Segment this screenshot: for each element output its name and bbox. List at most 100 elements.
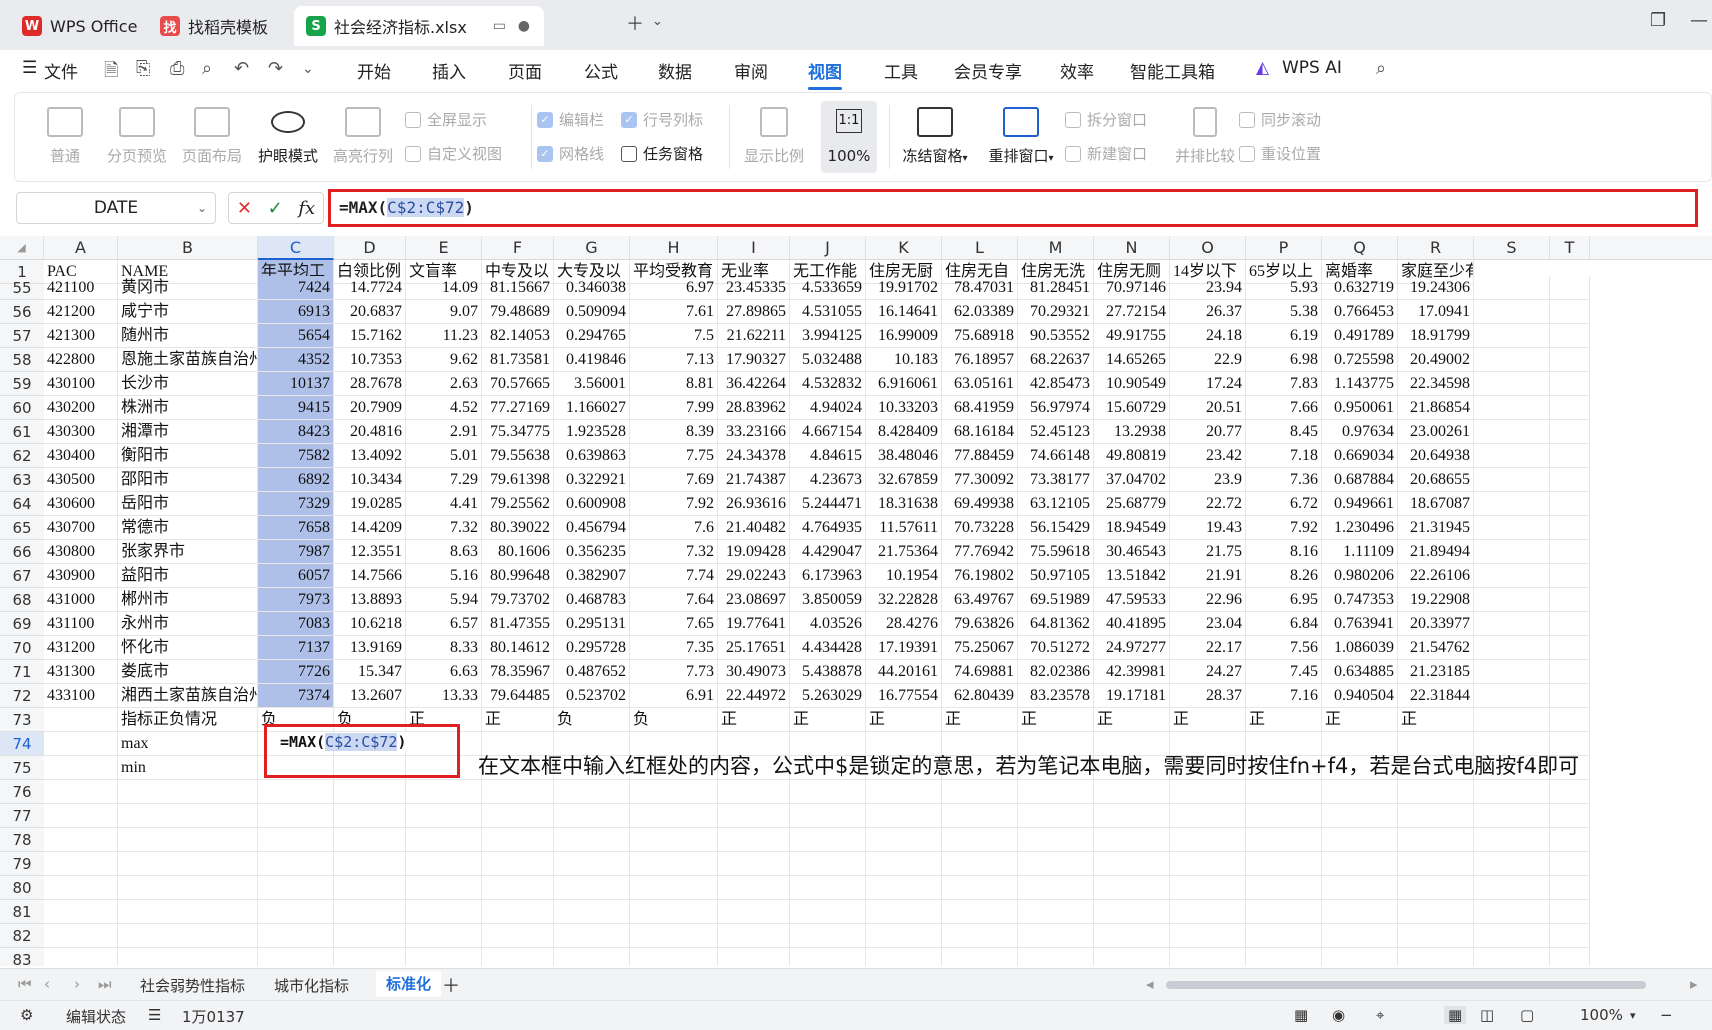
- cell-l58[interactable]: 76.18957: [942, 348, 1018, 372]
- cell-q68[interactable]: 0.747353: [1322, 588, 1398, 612]
- cell-s76[interactable]: [1474, 780, 1550, 804]
- cell-h66[interactable]: 7.32: [630, 540, 718, 564]
- cell-n59[interactable]: 10.90549: [1094, 372, 1170, 396]
- cell-i72[interactable]: 22.44972: [718, 684, 790, 708]
- cell-f61[interactable]: 75.34775: [482, 420, 554, 444]
- cell-m77[interactable]: [1018, 804, 1094, 828]
- cell-h80[interactable]: [630, 876, 718, 900]
- cell-r61[interactable]: 23.00261: [1398, 420, 1474, 444]
- menu-data[interactable]: 数据: [658, 58, 692, 83]
- cell-k79[interactable]: [866, 852, 942, 876]
- cell-s66[interactable]: [1474, 540, 1550, 564]
- cell-c59[interactable]: 10137: [258, 372, 334, 396]
- cell-n70[interactable]: 24.97277: [1094, 636, 1170, 660]
- cell-e55[interactable]: 14.09: [406, 276, 482, 300]
- cell-h81[interactable]: [630, 900, 718, 924]
- print-preview-icon[interactable]: ⌕: [202, 58, 212, 79]
- cell-e68[interactable]: 5.94: [406, 588, 482, 612]
- cell-b64[interactable]: 岳阳市: [118, 492, 258, 516]
- cell-l55[interactable]: 78.47031: [942, 276, 1018, 300]
- cell-o55[interactable]: 23.94: [1170, 276, 1246, 300]
- normal-view-icon[interactable]: ▦: [1444, 1006, 1467, 1024]
- cell-p78[interactable]: [1246, 828, 1322, 852]
- cell-d62[interactable]: 13.4092: [334, 444, 406, 468]
- cell-m71[interactable]: 82.02386: [1018, 660, 1094, 684]
- cell-s71[interactable]: [1474, 660, 1550, 684]
- cell-h82[interactable]: [630, 924, 718, 948]
- cell-e64[interactable]: 4.41: [406, 492, 482, 516]
- cell-j67[interactable]: 6.173963: [790, 564, 866, 588]
- cell-g64[interactable]: 0.600908: [554, 492, 630, 516]
- cell-l59[interactable]: 63.05161: [942, 372, 1018, 396]
- cell-d65[interactable]: 14.4209: [334, 516, 406, 540]
- cell-q69[interactable]: 0.763941: [1322, 612, 1398, 636]
- wps-ai-icon[interactable]: ◭: [1256, 58, 1269, 78]
- cell-r58[interactable]: 20.49002: [1398, 348, 1474, 372]
- cell-d82[interactable]: [334, 924, 406, 948]
- cell-t63[interactable]: [1550, 468, 1590, 492]
- cell-l71[interactable]: 74.69881: [942, 660, 1018, 684]
- cell-s81[interactable]: [1474, 900, 1550, 924]
- cell-r69[interactable]: 20.33977: [1398, 612, 1474, 636]
- print-icon[interactable]: ⎙: [170, 58, 184, 79]
- cell-n55[interactable]: 70.97146: [1094, 276, 1170, 300]
- cell-r70[interactable]: 21.54762: [1398, 636, 1474, 660]
- cell-j62[interactable]: 4.84615: [790, 444, 866, 468]
- cell-e83[interactable]: [406, 948, 482, 966]
- cell-p76[interactable]: [1246, 780, 1322, 804]
- cell-e78[interactable]: [406, 828, 482, 852]
- cell-p58[interactable]: 6.98: [1246, 348, 1322, 372]
- tab-template[interactable]: 找 找稻壳模板: [150, 6, 290, 46]
- cell-s69[interactable]: [1474, 612, 1550, 636]
- cell-h60[interactable]: 7.99: [630, 396, 718, 420]
- cell-g58[interactable]: 0.419846: [554, 348, 630, 372]
- cell-a66[interactable]: 430800: [44, 540, 118, 564]
- cell-j56[interactable]: 4.531055: [790, 300, 866, 324]
- cell-j65[interactable]: 4.764935: [790, 516, 866, 540]
- split-window-button[interactable]: 拆分窗口: [1065, 109, 1147, 130]
- cell-t58[interactable]: [1550, 348, 1590, 372]
- cell-s57[interactable]: [1474, 324, 1550, 348]
- cell-n58[interactable]: 14.65265: [1094, 348, 1170, 372]
- rearrange-windows-button[interactable]: 重排窗口▾: [981, 107, 1061, 166]
- cell-t57[interactable]: [1550, 324, 1590, 348]
- cell-l69[interactable]: 79.63826: [942, 612, 1018, 636]
- cell-l63[interactable]: 77.30092: [942, 468, 1018, 492]
- cell-o73[interactable]: 正: [1170, 708, 1246, 732]
- cell-n77[interactable]: [1094, 804, 1170, 828]
- export-icon[interactable]: ⎘: [136, 58, 150, 79]
- column-header-f[interactable]: F: [482, 236, 554, 260]
- menu-member[interactable]: 会员专享: [954, 58, 1022, 83]
- cell-k62[interactable]: 38.48046: [866, 444, 942, 468]
- cell-q65[interactable]: 1.230496: [1322, 516, 1398, 540]
- cell-d57[interactable]: 15.7162: [334, 324, 406, 348]
- cell-l65[interactable]: 70.73228: [942, 516, 1018, 540]
- cell-t82[interactable]: [1550, 924, 1590, 948]
- cell-k72[interactable]: 16.77554: [866, 684, 942, 708]
- cell-i65[interactable]: 21.40482: [718, 516, 790, 540]
- cell-a60[interactable]: 430200: [44, 396, 118, 420]
- cell-q70[interactable]: 1.086039: [1322, 636, 1398, 660]
- cell-j72[interactable]: 5.263029: [790, 684, 866, 708]
- crosshair-icon[interactable]: ⌖: [1376, 1006, 1384, 1024]
- cell-n80[interactable]: [1094, 876, 1170, 900]
- cell-c62[interactable]: 7582: [258, 444, 334, 468]
- cell-m58[interactable]: 68.22637: [1018, 348, 1094, 372]
- cell-m72[interactable]: 83.23578: [1018, 684, 1094, 708]
- column-header-e[interactable]: E: [406, 236, 482, 260]
- cell-g76[interactable]: [554, 780, 630, 804]
- custom-view-button[interactable]: 自定义视图: [405, 143, 502, 164]
- cell-c69[interactable]: 7083: [258, 612, 334, 636]
- cell-o64[interactable]: 22.72: [1170, 492, 1246, 516]
- cell-o58[interactable]: 22.9: [1170, 348, 1246, 372]
- cell-h61[interactable]: 8.39: [630, 420, 718, 444]
- cell-c66[interactable]: 7987: [258, 540, 334, 564]
- cell-k59[interactable]: 6.916061: [866, 372, 942, 396]
- cell-l68[interactable]: 63.49767: [942, 588, 1018, 612]
- prev-sheet-icon[interactable]: ‹: [44, 975, 50, 993]
- menu-formula[interactable]: 公式: [584, 58, 618, 83]
- cell-m76[interactable]: [1018, 780, 1094, 804]
- cell-k65[interactable]: 11.57611: [866, 516, 942, 540]
- cell-a58[interactable]: 422800: [44, 348, 118, 372]
- cell-g66[interactable]: 0.356235: [554, 540, 630, 564]
